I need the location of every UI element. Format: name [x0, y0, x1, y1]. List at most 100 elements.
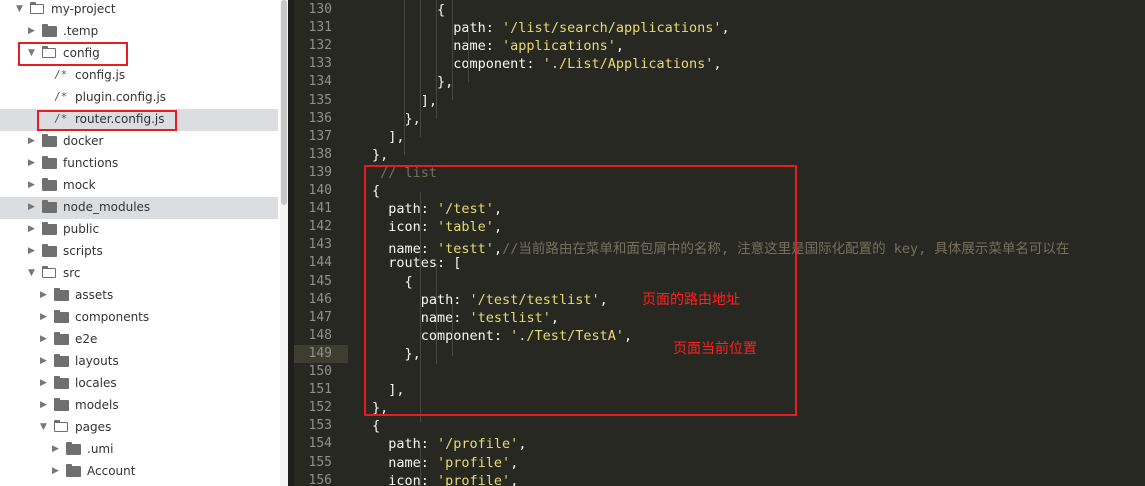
tree-item-label: node_modules	[63, 200, 151, 214]
tree-folder-mock[interactable]: ▶ mock	[0, 175, 278, 197]
tree-folder-assets[interactable]: ▶ assets	[0, 285, 278, 307]
tree-folder-docker[interactable]: ▶ docker	[0, 131, 278, 153]
tree-folder-scripts[interactable]: ▶ scripts	[0, 241, 278, 263]
folder-icon	[42, 178, 57, 191]
line-number: 138	[308, 146, 332, 162]
code-line-136[interactable]: 136 },	[294, 110, 1145, 128]
code-text: },	[372, 74, 453, 90]
sidebar-scrollbar[interactable]	[280, 0, 288, 486]
chevron-right-icon[interactable]: ▶	[28, 26, 35, 36]
folder-icon	[42, 134, 57, 147]
code-line-132[interactable]: 132 name: 'applications',	[294, 37, 1145, 55]
code-text: ],	[372, 128, 405, 145]
tree-folder-locales[interactable]: ▶ locales	[0, 373, 278, 395]
chevron-right-icon[interactable]: ▶	[40, 334, 47, 344]
line-number: 141	[308, 201, 332, 217]
tree-folder--temp[interactable]: ▶ .temp	[0, 21, 278, 43]
code-line-138[interactable]: 138},	[294, 146, 1145, 164]
chevron-right-icon[interactable]: ▶	[28, 158, 35, 168]
code-text: component: './List/Applications',	[372, 56, 722, 73]
tree-folder-e2e[interactable]: ▶ e2e	[0, 329, 278, 351]
chevron-right-icon[interactable]: ▶	[28, 180, 35, 190]
code-token: ,	[713, 56, 722, 73]
tree-file-plugin-config-js[interactable]: /* plugin.config.js	[0, 87, 278, 109]
chevron-right-icon[interactable]: ▶	[52, 466, 59, 476]
indent-guide	[404, 0, 405, 155]
chevron-right-icon[interactable]: ▶	[40, 378, 47, 388]
folder-icon	[42, 222, 57, 235]
line-number: 150	[308, 364, 332, 379]
chevron-down-icon[interactable]: ▼	[40, 422, 47, 432]
tree-folder-my-project[interactable]: ▼ my-project	[0, 0, 278, 21]
chevron-right-icon[interactable]: ▶	[28, 224, 35, 234]
folder-icon	[54, 398, 69, 411]
tree-item-label: e2e	[75, 332, 98, 346]
code-token: 'applications'	[502, 38, 616, 55]
code-line-156[interactable]: 156 icon: 'profile',	[294, 472, 1145, 486]
folder-icon	[54, 310, 69, 323]
tree-file-config-js[interactable]: /* config.js	[0, 65, 278, 87]
tree-folder-public[interactable]: ▶ public	[0, 219, 278, 241]
tree-folder-src[interactable]: ▼ src	[0, 263, 278, 285]
code-token: 'profile'	[437, 472, 511, 486]
tree-folder-node-modules[interactable]: ▶ node_modules	[0, 197, 278, 219]
code-token: ,	[615, 38, 624, 55]
code-line-155[interactable]: 155 name: 'profile',	[294, 454, 1145, 472]
code-text: name: 'profile',	[372, 455, 518, 471]
code-token: name:	[372, 38, 503, 55]
chevron-right-icon[interactable]: ▶	[28, 136, 35, 146]
tree-item-label: plugin.config.js	[75, 90, 167, 104]
code-text: path: '/profile',	[372, 436, 526, 452]
code-token: ],	[372, 128, 405, 145]
code-line-131[interactable]: 131 path: '/list/search/applications',	[294, 19, 1145, 37]
line-number: 146	[308, 291, 332, 307]
line-number: 153	[308, 418, 332, 434]
chevron-right-icon[interactable]: ▶	[40, 312, 47, 322]
code-line-137[interactable]: 137 ],	[294, 128, 1145, 146]
chevron-right-icon[interactable]: ▶	[40, 356, 47, 366]
indent-guide	[436, 0, 437, 119]
code-line-135[interactable]: 135 ],	[294, 92, 1145, 110]
line-number: 134	[308, 74, 332, 90]
chevron-right-icon[interactable]: ▶	[52, 444, 59, 454]
tree-folder-layouts[interactable]: ▶ layouts	[0, 351, 278, 373]
code-line-153[interactable]: 153 {	[294, 417, 1145, 435]
code-token: name:	[372, 454, 438, 471]
line-number: 133	[308, 56, 332, 72]
folder-icon	[42, 200, 57, 213]
tree-item-label: Account	[87, 464, 136, 478]
folder-icon	[42, 156, 57, 169]
line-number: 137	[308, 128, 332, 144]
tree-folder-components[interactable]: ▶ components	[0, 307, 278, 329]
tree-folder--umi[interactable]: ▶ .umi	[0, 439, 278, 461]
highlight-box-router-config	[37, 110, 177, 131]
tree-folder-pages[interactable]: ▼ pages	[0, 417, 278, 439]
tree-folder-models[interactable]: ▶ models	[0, 395, 278, 417]
code-line-134[interactable]: 134 },	[294, 73, 1145, 91]
tree-item-label: components	[75, 310, 150, 324]
chevron-right-icon[interactable]: ▶	[40, 400, 47, 410]
sidebar-scrollbar-thumb[interactable]	[281, 0, 287, 205]
code-line-154[interactable]: 154 path: '/profile',	[294, 435, 1145, 453]
folder-open-icon	[30, 2, 45, 15]
indent-guide	[452, 0, 453, 100]
folder-icon	[42, 24, 57, 37]
annotation-page-position: 页面当前位置	[673, 341, 757, 357]
tree-item-label: public	[63, 222, 100, 236]
chevron-right-icon[interactable]: ▶	[28, 246, 35, 256]
code-token: ,	[721, 20, 730, 37]
tree-folder-account[interactable]: ▶ Account	[0, 461, 278, 483]
chevron-down-icon[interactable]: ▼	[28, 268, 35, 278]
chevron-down-icon[interactable]: ▼	[16, 4, 23, 14]
chevron-right-icon[interactable]: ▶	[40, 290, 47, 300]
code-text: path: '/list/search/applications',	[372, 20, 730, 37]
line-number: 140	[308, 183, 332, 198]
chevron-right-icon[interactable]: ▶	[28, 202, 35, 212]
code-token: icon:	[372, 472, 438, 486]
code-line-130[interactable]: 130 {	[294, 1, 1145, 19]
code-line-133[interactable]: 133 component: './List/Applications',	[294, 55, 1145, 73]
tree-folder-functions[interactable]: ▶ functions	[0, 153, 278, 175]
highlight-box-config	[18, 42, 128, 66]
tree-item-label: models	[75, 398, 119, 412]
code-text: },	[372, 147, 388, 163]
